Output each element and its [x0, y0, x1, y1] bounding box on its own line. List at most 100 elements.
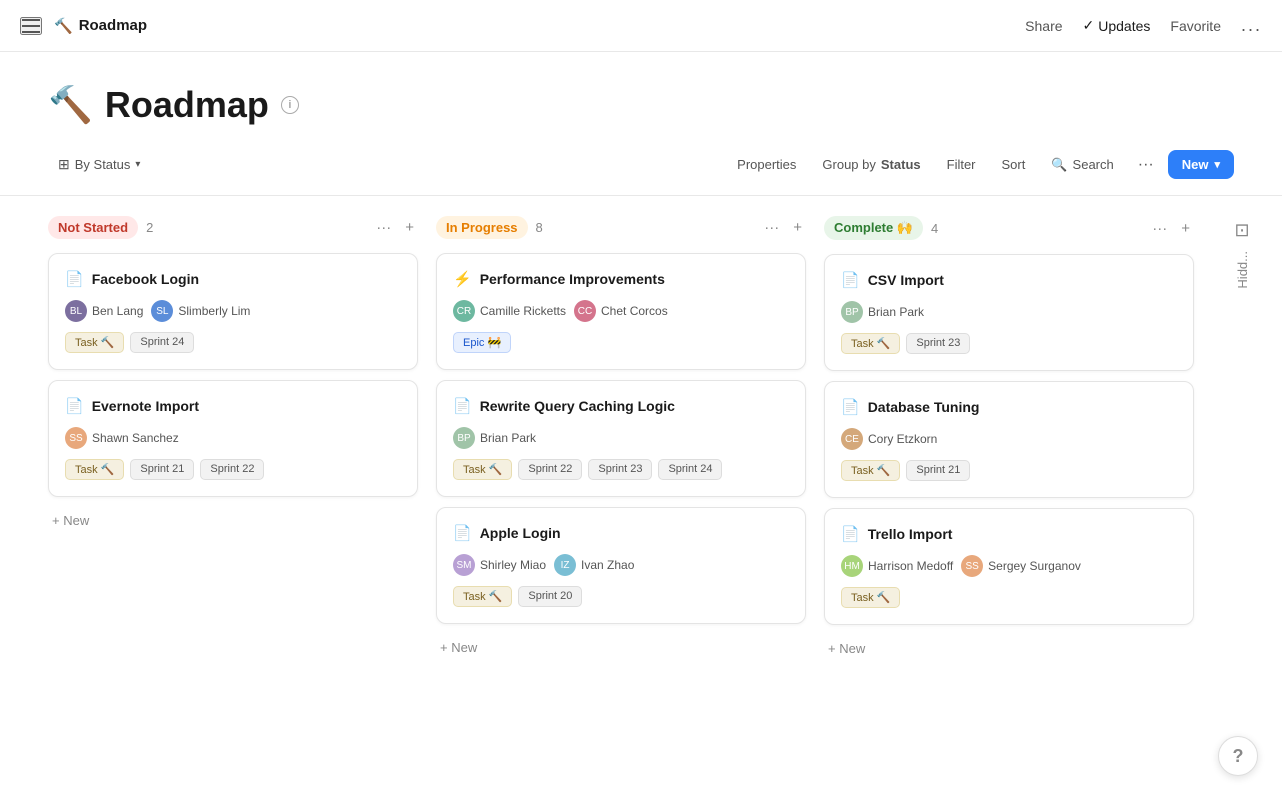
hidden-col-label: Hidd...	[1235, 251, 1250, 289]
avatar: CR	[453, 300, 475, 322]
col-actions-in-progress: ··· +	[760, 217, 806, 238]
card-evernote-import[interactable]: 📄 Evernote Import SS Shawn Sanchez Task …	[48, 380, 418, 497]
tag: Sprint 22	[518, 459, 582, 480]
properties-button[interactable]: Properties	[727, 152, 806, 177]
col-more-button-complete[interactable]: ···	[1148, 218, 1171, 239]
tag: Sprint 23	[588, 459, 652, 480]
board: Not Started 2 ··· + 📄 Facebook Login BL …	[0, 196, 1282, 792]
hamburger-button[interactable]	[20, 17, 42, 35]
card-assignees-apple-login: SM Shirley Miao IZ Ivan Zhao	[453, 554, 789, 576]
column-header-in-progress: In Progress 8 ··· +	[436, 216, 806, 239]
column-in-progress: In Progress 8 ··· + ⚡ Performance Improv…	[436, 216, 806, 772]
card-assignees-database-tuning: CE Cory Etzkorn	[841, 428, 1177, 450]
tag: Task 🔨	[65, 332, 124, 353]
card-tags-rewrite-query-caching: Task 🔨Sprint 22Sprint 23Sprint 24	[453, 459, 789, 480]
view-label: By Status	[75, 157, 131, 172]
help-button[interactable]: ?	[1218, 736, 1258, 776]
card-assignees-trello-import: HM Harrison Medoff SS Sergey Surganov	[841, 555, 1177, 577]
card-assignees-evernote-import: SS Shawn Sanchez	[65, 427, 401, 449]
status-badge-in-progress: In Progress	[436, 216, 528, 239]
card-trello-import[interactable]: 📄 Trello Import HM Harrison Medoff SS Se…	[824, 508, 1194, 625]
assignee-name: Sergey Surganov	[988, 559, 1081, 573]
col-add-button-not-started[interactable]: +	[401, 217, 418, 238]
more-button[interactable]: ...	[1241, 15, 1262, 36]
assignee: BL Ben Lang	[65, 300, 143, 322]
col-actions-complete: ··· +	[1148, 218, 1194, 239]
avatar: SL	[151, 300, 173, 322]
col-more-button-not-started[interactable]: ···	[372, 217, 395, 238]
check-icon: ✓	[1083, 17, 1095, 34]
sort-button[interactable]: Sort	[992, 152, 1036, 177]
card-title-evernote-import: 📄 Evernote Import	[65, 397, 401, 415]
col-add-button-complete[interactable]: +	[1177, 218, 1194, 239]
card-performance-improvements[interactable]: ⚡ Performance Improvements CR Camille Ri…	[436, 253, 806, 370]
assignee: SS Shawn Sanchez	[65, 427, 179, 449]
table-icon: ⊞	[58, 156, 70, 173]
toolbar-more-button[interactable]: ···	[1130, 151, 1162, 179]
card-assignees-performance-improvements: CR Camille Ricketts CC Chet Corcos	[453, 300, 789, 322]
add-new-button-complete[interactable]: + New	[824, 635, 869, 662]
assignee-name: Chet Corcos	[601, 304, 668, 318]
assignee: CR Camille Ricketts	[453, 300, 566, 322]
card-csv-import[interactable]: 📄 CSV Import BP Brian Park Task 🔨Sprint …	[824, 254, 1194, 371]
search-icon: 🔍	[1051, 157, 1067, 173]
card-doc-icon: 📄	[841, 271, 860, 289]
assignee: CE Cory Etzkorn	[841, 428, 937, 450]
group-by-button[interactable]: Group by Status	[812, 152, 930, 177]
favorite-button[interactable]: Favorite	[1170, 18, 1221, 34]
add-new-button-in-progress[interactable]: + New	[436, 634, 481, 661]
card-database-tuning[interactable]: 📄 Database Tuning CE Cory Etzkorn Task 🔨…	[824, 381, 1194, 498]
card-title-text: Trello Import	[868, 526, 953, 542]
assignee: CC Chet Corcos	[574, 300, 668, 322]
tag: Task 🔨	[453, 586, 512, 607]
col-more-button-in-progress[interactable]: ···	[760, 217, 783, 238]
search-button[interactable]: 🔍 Search	[1041, 152, 1123, 178]
card-title-text: CSV Import	[868, 272, 944, 288]
card-title-apple-login: 📄 Apple Login	[453, 524, 789, 542]
tag: Sprint 24	[130, 332, 194, 353]
card-facebook-login[interactable]: 📄 Facebook Login BL Ben Lang SL Slimberl…	[48, 253, 418, 370]
card-title-text: Performance Improvements	[480, 271, 665, 287]
card-doc-icon: ⚡	[453, 270, 472, 288]
avatar: BP	[841, 301, 863, 323]
info-icon[interactable]: i	[281, 96, 299, 114]
card-rewrite-query-caching[interactable]: 📄 Rewrite Query Caching Logic BP Brian P…	[436, 380, 806, 497]
card-title-performance-improvements: ⚡ Performance Improvements	[453, 270, 789, 288]
card-apple-login[interactable]: 📄 Apple Login SM Shirley Miao IZ Ivan Zh…	[436, 507, 806, 624]
card-title-database-tuning: 📄 Database Tuning	[841, 398, 1177, 416]
tag: Task 🔨	[841, 333, 900, 354]
avatar: IZ	[554, 554, 576, 576]
new-label: New	[1182, 157, 1209, 172]
new-button[interactable]: New ▾	[1168, 150, 1234, 179]
column-count-complete: 4	[931, 221, 938, 236]
column-complete: Complete 🙌 4 ··· + 📄 CSV Import BP Brian…	[824, 216, 1194, 772]
assignee-name: Harrison Medoff	[868, 559, 953, 573]
col-add-button-in-progress[interactable]: +	[789, 217, 806, 238]
share-button[interactable]: Share	[1025, 18, 1062, 34]
assignee: SS Sergey Surganov	[961, 555, 1081, 577]
status-badge-complete: Complete 🙌	[824, 216, 923, 240]
avatar: CC	[574, 300, 596, 322]
card-title-text: Apple Login	[480, 525, 561, 541]
card-doc-icon: 📄	[65, 270, 84, 288]
filter-button[interactable]: Filter	[937, 152, 986, 177]
group-by-value: Status	[881, 157, 921, 172]
tag: Sprint 21	[906, 460, 970, 481]
card-doc-icon: 📄	[453, 524, 472, 542]
search-label: Search	[1073, 157, 1114, 172]
updates-button[interactable]: ✓ Updates	[1083, 17, 1151, 34]
card-title-trello-import: 📄 Trello Import	[841, 525, 1177, 543]
card-title-text: Rewrite Query Caching Logic	[480, 398, 675, 414]
avatar: SS	[961, 555, 983, 577]
avatar: BL	[65, 300, 87, 322]
tag: Sprint 20	[518, 586, 582, 607]
view-selector[interactable]: ⊞ By Status ▾	[48, 151, 150, 178]
card-assignees-facebook-login: BL Ben Lang SL Slimberly Lim	[65, 300, 401, 322]
assignee-name: Shirley Miao	[480, 558, 546, 572]
add-new-button-not-started[interactable]: + New	[48, 507, 93, 534]
assignee-name: Brian Park	[868, 305, 924, 319]
avatar: BP	[453, 427, 475, 449]
tag: Sprint 22	[200, 459, 264, 480]
card-tags-database-tuning: Task 🔨Sprint 21	[841, 460, 1177, 481]
page-header: 🔨 Roadmap i	[0, 52, 1282, 150]
